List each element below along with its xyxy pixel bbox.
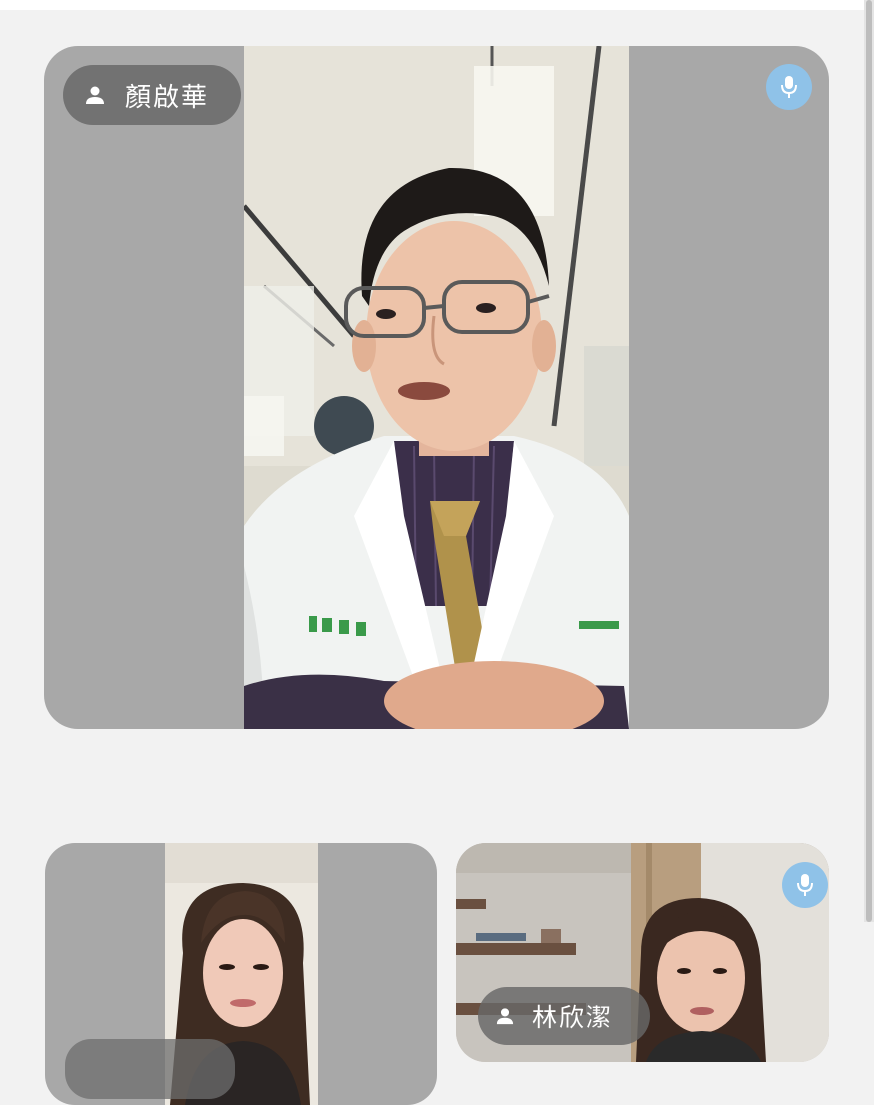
participant-name-pill: 顏啟華 xyxy=(63,65,241,125)
scrollbar[interactable] xyxy=(864,0,874,922)
doctor-video-frame xyxy=(244,46,629,729)
person-icon xyxy=(86,86,104,104)
mic-icon xyxy=(781,76,797,98)
participant-name: 顏啟華 xyxy=(125,82,210,113)
mic-icon xyxy=(797,874,813,896)
mic-button[interactable] xyxy=(782,862,828,908)
mic-button[interactable] xyxy=(766,64,812,110)
top-status-strip xyxy=(0,0,874,10)
person-icon xyxy=(496,1008,514,1025)
participant-tile-3[interactable]: 林欣潔 xyxy=(456,843,829,1062)
scrollbar-thumb[interactable] xyxy=(866,0,872,922)
participant-video-main xyxy=(244,46,629,729)
participant-name-pill: 林欣潔 xyxy=(478,987,650,1045)
participant-name: 林欣潔 xyxy=(532,1003,614,1032)
participant-name-pill xyxy=(65,1039,235,1099)
participant-tile-main[interactable]: 顏啟華 xyxy=(44,46,829,729)
participant-tile-2[interactable] xyxy=(45,843,437,1105)
